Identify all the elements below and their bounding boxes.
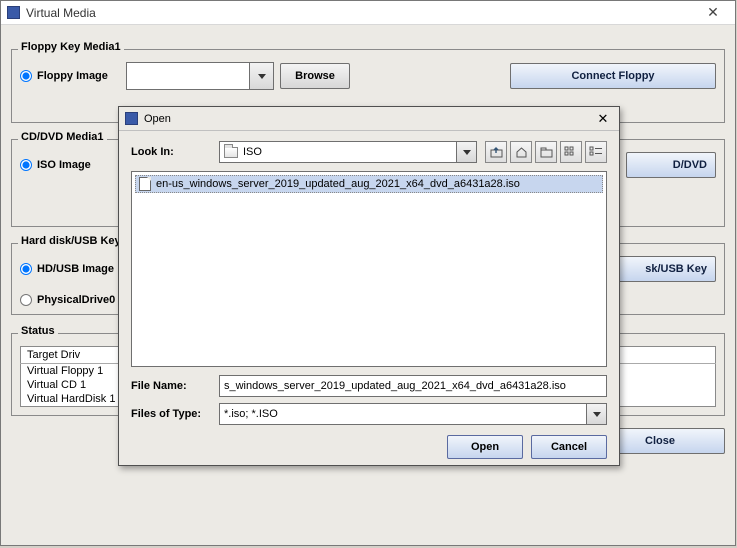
chevron-down-icon [463,150,471,155]
connect-floppy-button[interactable]: Connect Floppy [510,63,716,89]
window-title: Virtual Media [26,6,96,20]
list-view-icon[interactable] [560,141,582,163]
new-folder-icon[interactable] [535,141,557,163]
floppy-group-title: Floppy Key Media1 [18,41,124,53]
filename-label: File Name: [131,380,211,392]
physical-drive-radio[interactable] [20,294,32,306]
open-button[interactable]: Open [447,435,523,459]
hdusb-group-title: Hard disk/USB Key [18,235,124,247]
lookin-input[interactable]: ISO [219,141,457,163]
floppy-path-dropdown[interactable] [250,62,274,90]
details-view-icon[interactable] [585,141,607,163]
iso-image-radio[interactable] [20,159,32,171]
connect-cddvd-button[interactable]: D/DVD [626,152,716,178]
filetype-input[interactable]: *.iso; *.ISO [219,403,587,425]
open-dialog: Open ✕ Look In: ISO [118,106,620,466]
open-dialog-title: Open [144,113,171,125]
floppy-image-radio[interactable] [20,70,32,82]
up-folder-icon[interactable] [485,141,507,163]
floppy-image-radio-label[interactable]: Floppy Image [20,70,120,82]
folder-icon [224,147,238,158]
file-dialog-toolbar [485,141,607,163]
window-close-button[interactable]: ✕ [697,3,729,23]
open-dialog-icon [125,112,138,125]
lookin-combo[interactable]: ISO [219,141,477,163]
physical-drive-radio-label[interactable]: PhysicalDrive0 [20,294,130,306]
hdusb-image-radio-label[interactable]: HD/USB Image [20,263,130,275]
file-item-selected[interactable]: en-us_windows_server_2019_updated_aug_20… [135,175,603,193]
file-icon [139,177,151,191]
cancel-button[interactable]: Cancel [531,435,607,459]
filetype-label: Files of Type: [131,408,211,420]
cddvd-group-title: CD/DVD Media1 [18,131,107,143]
status-group-title: Status [18,325,58,337]
chevron-down-icon [593,412,601,417]
filetype-combo[interactable]: *.iso; *.ISO [219,403,607,425]
hdusb-image-radio[interactable] [20,263,32,275]
iso-image-radio-label[interactable]: ISO Image [20,159,120,171]
filename-input[interactable] [219,375,607,397]
floppy-path-input[interactable] [126,62,250,90]
floppy-browse-button[interactable]: Browse [280,63,350,89]
home-icon[interactable] [510,141,532,163]
app-icon [7,6,20,19]
filetype-dropdown[interactable] [587,403,607,425]
floppy-path-combo[interactable] [126,62,274,90]
file-list[interactable]: en-us_windows_server_2019_updated_aug_20… [131,171,607,367]
titlebar: Virtual Media ✕ [1,1,735,25]
open-dialog-close-button[interactable]: ✕ [593,110,613,128]
lookin-dropdown[interactable] [457,141,477,163]
lookin-label: Look In: [131,146,211,158]
chevron-down-icon [258,74,266,79]
connect-hdusb-button[interactable]: sk/USB Key [616,256,716,282]
open-dialog-titlebar: Open ✕ [119,107,619,131]
